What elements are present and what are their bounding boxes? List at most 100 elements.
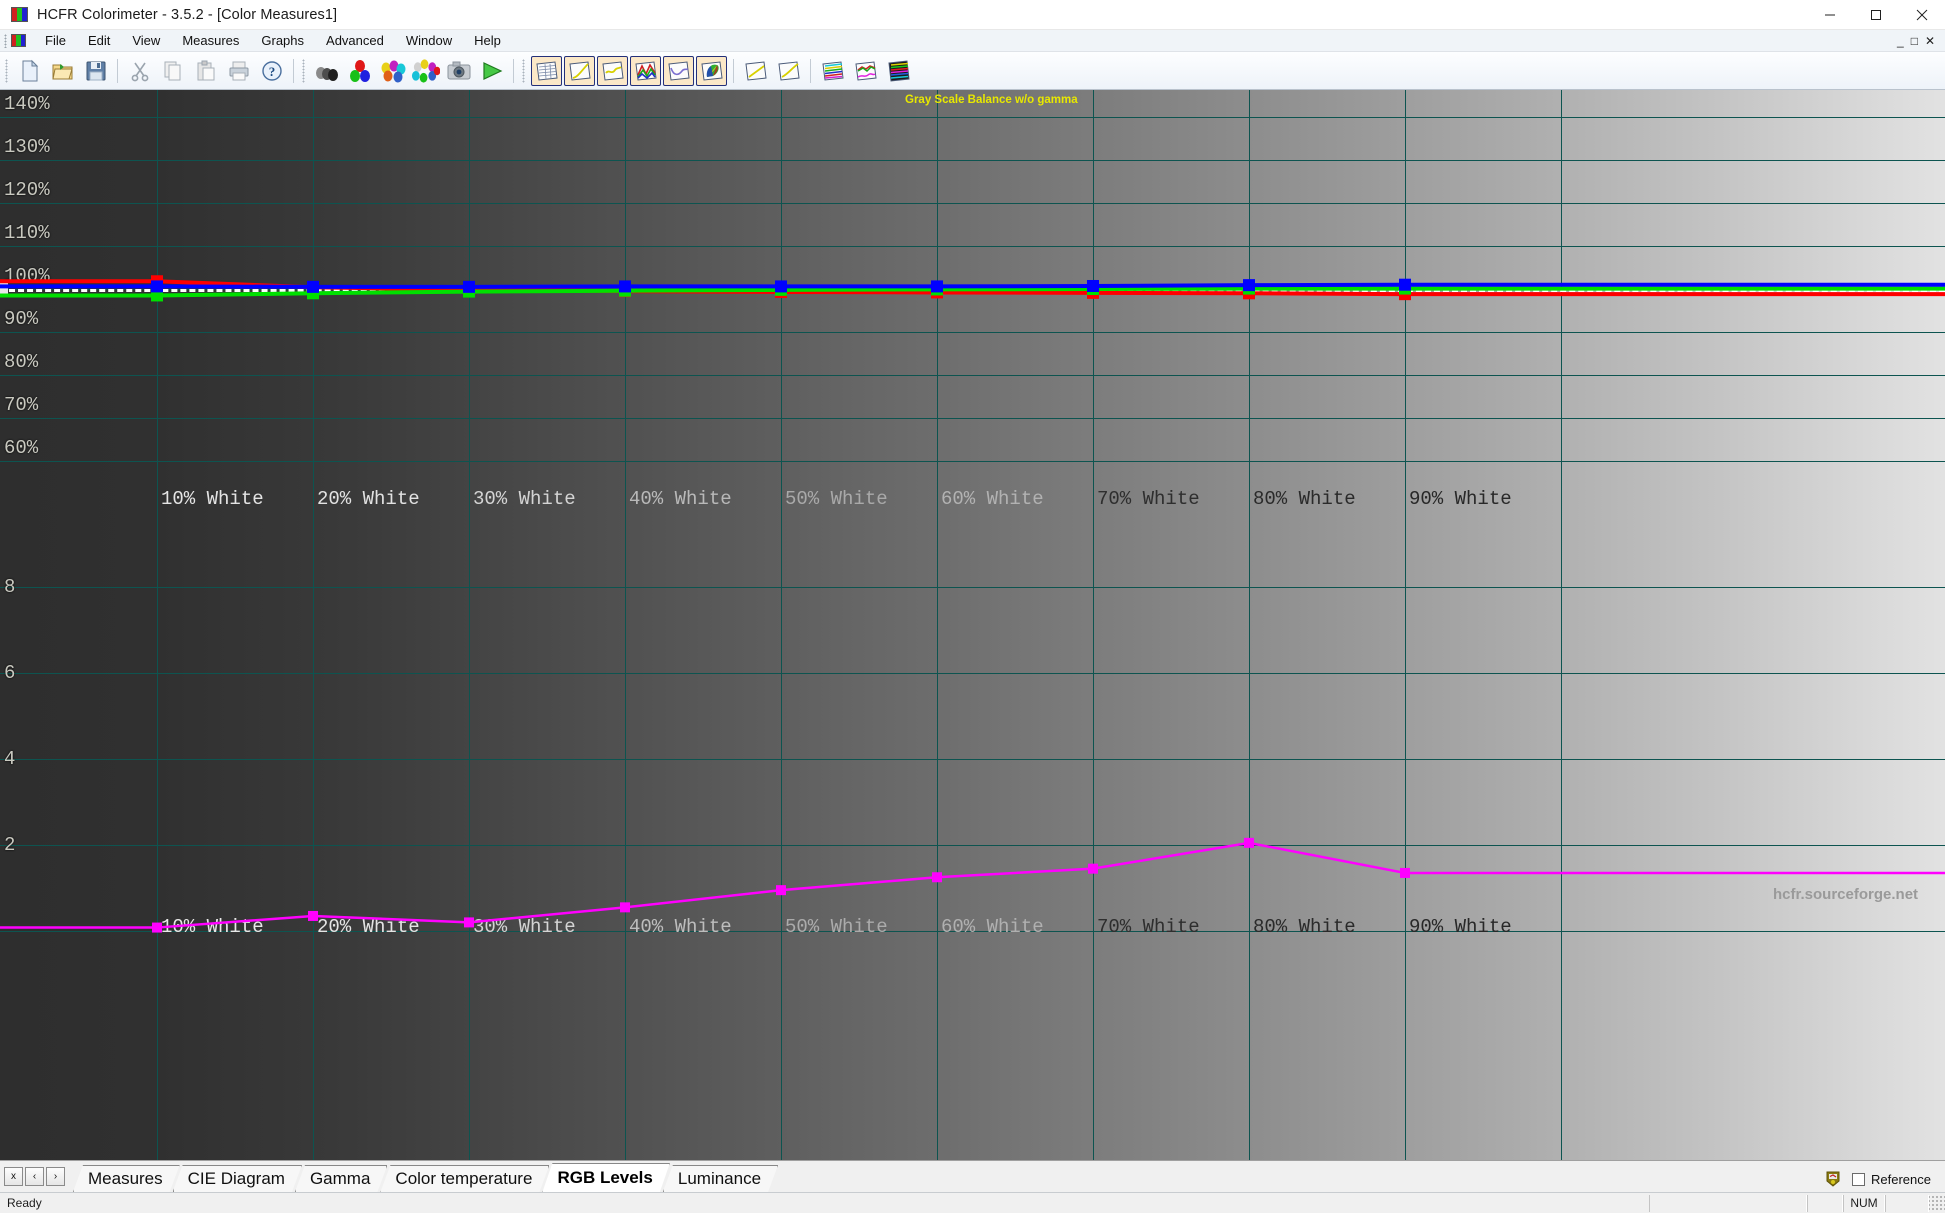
measures-table-icon[interactable] [531,55,562,86]
mdi-window-controls: _ □ ✕ [1897,30,1941,52]
status-cell-1 [1649,1194,1807,1212]
series-point-blue[interactable] [151,280,163,293]
svg-text:?: ? [268,64,275,79]
menu-advanced-label: Advanced [326,32,384,48]
series-point-delta-e[interactable] [1088,863,1098,874]
series-point-blue[interactable] [1087,279,1099,292]
spectrum-icon[interactable] [883,56,914,86]
menu-help-label: Help [474,32,501,48]
series-point-delta-e[interactable] [1400,867,1410,878]
tab-rgb-levels[interactable]: RGB Levels [542,1163,669,1192]
series-point-delta-e[interactable] [1244,837,1254,848]
rgb-levels-multi-icon[interactable] [817,56,848,86]
sensor-icon[interactable] [1824,1170,1842,1188]
series-line-delta-e [0,841,1945,929]
series-point-delta-e[interactable] [152,922,162,933]
series-point-blue[interactable] [1399,278,1411,291]
luminance-graph-icon[interactable] [663,55,694,86]
series-point-blue[interactable] [619,280,631,293]
status-cell-2 [1807,1194,1843,1212]
menu-bar: File Edit View Measures Graphs Advanced … [0,30,1945,52]
tab-next-button[interactable]: › [46,1167,65,1186]
tab-color-temperature-label: Color temperature [395,1169,533,1188]
reference-checkbox[interactable]: Reference [1852,1172,1931,1187]
tab-bar-right-controls: Reference [1824,1170,1945,1192]
maximize-button[interactable] [1853,0,1899,30]
toolbar-grip-icon[interactable] [5,58,8,83]
paste-icon[interactable] [190,56,221,86]
tab-luminance[interactable]: Luminance [663,1165,778,1192]
color-temp-graph-icon[interactable] [597,55,628,86]
menu-edit[interactable]: Edit [77,31,121,51]
tab-list: Measures CIE Diagram Gamma Color tempera… [73,1163,771,1192]
cut-scissors-icon[interactable] [124,56,155,86]
open-folder-icon[interactable] [47,56,78,86]
menu-file[interactable]: File [34,31,77,51]
help-question-icon[interactable]: ? [256,56,287,86]
series-point-delta-e[interactable] [776,885,786,896]
reference-checkbox-box[interactable] [1852,1172,1866,1186]
app-logo-icon [11,7,28,22]
series-point-blue[interactable] [775,280,787,293]
menu-edit-label: Edit [87,32,111,48]
toolbar-separator [117,58,118,83]
close-button[interactable] [1899,0,1945,30]
full-colors-icon[interactable] [410,56,441,86]
tab-cie-diagram[interactable]: CIE Diagram [173,1165,302,1192]
status-cell-num: NUM [1843,1194,1885,1212]
minimize-button[interactable] [1807,0,1853,30]
series-point-delta-e[interactable] [464,917,474,928]
series-point-blue[interactable] [1243,279,1255,292]
mdi-restore-button[interactable]: _ [1897,35,1904,47]
play-green-icon[interactable] [476,56,507,86]
toolbar-separator [733,58,734,83]
status-indicator-cells: NUM [1649,1193,1945,1213]
tab-prev-button[interactable]: ‹ [25,1167,44,1186]
print-icon[interactable] [223,56,254,86]
series-point-blue[interactable] [931,280,943,293]
grayscale-measure-icon[interactable] [311,56,342,86]
toolbar-grip-icon-2[interactable] [302,58,305,83]
series-point-blue[interactable] [463,280,475,293]
toolbar-grip-icon-3[interactable] [522,58,525,83]
mdi-child-icon[interactable] [11,34,26,47]
series-point-delta-e[interactable] [932,872,942,883]
menu-view[interactable]: View [121,31,171,51]
rgb-levels-graph[interactable]: 140% 130% 120% 110% 100% 90% 80% 70% 60% 8 6 4 2 Gray… [0,90,1945,1160]
cie-diagram-icon[interactable] [696,55,727,86]
rgb-levels-graph-icon[interactable] [630,55,661,86]
status-cell-4 [1885,1194,1929,1212]
menu-window-label: Window [405,32,453,48]
tab-color-temperature[interactable]: Color temperature [380,1165,549,1192]
series-point-delta-e[interactable] [308,910,318,921]
primary-colors-icon[interactable] [344,56,375,86]
resize-grip-icon[interactable] [1929,1194,1945,1212]
tab-close-button[interactable]: x [4,1167,23,1186]
camera-icon[interactable] [443,56,474,86]
series-point-delta-e[interactable] [620,902,630,913]
mdi-maximize-button[interactable]: □ [1911,35,1918,47]
menu-measures[interactable]: Measures [171,31,250,51]
menu-view-label: View [132,32,161,48]
mdi-close-button[interactable]: ✕ [1925,35,1935,47]
save-disk-icon[interactable] [80,56,111,86]
menu-window[interactable]: Window [395,31,463,51]
main-toolbar: ? [0,52,1945,90]
chart-canvas [0,275,1945,933]
tab-gamma[interactable]: Gamma [295,1165,387,1192]
new-document-icon[interactable] [14,56,45,86]
color-measures-icon[interactable] [850,56,881,86]
series-point-blue[interactable] [307,280,319,293]
tab-measures[interactable]: Measures [73,1165,180,1192]
gamma-curve-icon[interactable] [773,56,804,86]
luminance-curve-icon[interactable] [740,56,771,86]
menu-grip-icon[interactable] [4,33,7,48]
menu-graphs[interactable]: Graphs [250,31,315,51]
menu-help[interactable]: Help [463,31,512,51]
menu-file-label: File [45,32,66,48]
gamma-graph-icon[interactable] [564,55,595,86]
copy-icon[interactable] [157,56,188,86]
secondary-colors-icon[interactable] [377,56,408,86]
toolbar-separator [513,58,514,83]
menu-advanced[interactable]: Advanced [315,31,395,51]
